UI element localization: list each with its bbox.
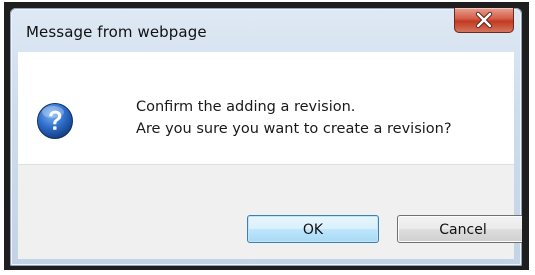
- message-dialog: Message from webpage Confirm the adding …: [10, 8, 522, 266]
- question-icon: [37, 103, 73, 139]
- dialog-button-bar: OK Cancel: [18, 164, 522, 259]
- message-line-2: Are you sure you want to create a revisi…: [136, 121, 452, 137]
- screenshot-stage: Message from webpage Confirm the adding …: [0, 0, 535, 275]
- dialog-content: Confirm the adding a revision. Are you s…: [18, 52, 514, 164]
- cancel-button[interactable]: Cancel: [397, 215, 522, 243]
- dialog-titlebar[interactable]: Message from webpage: [10, 8, 522, 52]
- ok-button[interactable]: OK: [247, 215, 379, 243]
- close-icon: [475, 11, 493, 29]
- dialog-title: Message from webpage: [26, 23, 207, 41]
- close-button[interactable]: [454, 8, 514, 33]
- message-line-1: Confirm the adding a revision.: [136, 99, 356, 115]
